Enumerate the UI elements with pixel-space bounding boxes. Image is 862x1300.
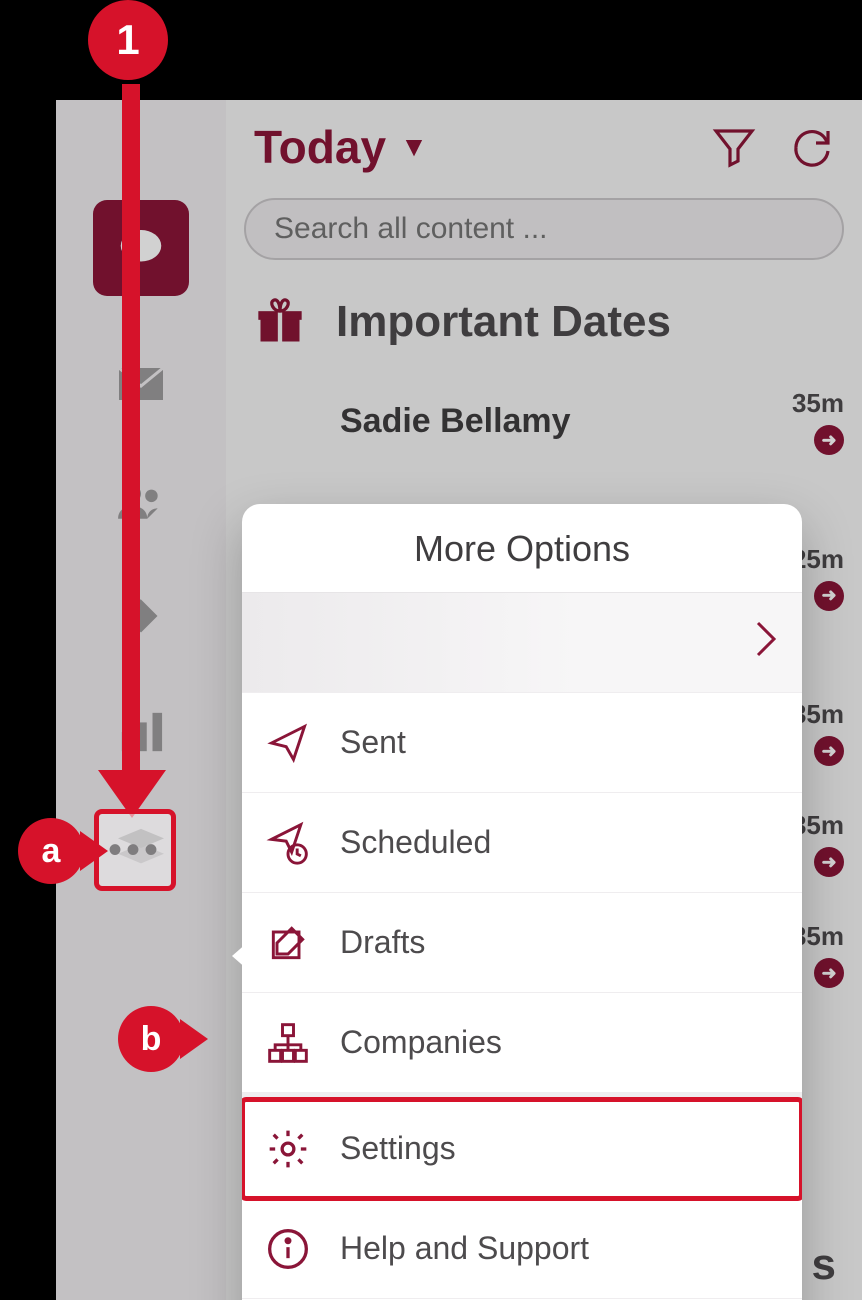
refresh-icon: [788, 123, 836, 171]
time-label: 35m: [792, 388, 844, 419]
popover-help[interactable]: Help and Support: [242, 1199, 802, 1299]
popover-scheduled[interactable]: Scheduled: [242, 793, 802, 893]
annotation-badge: a: [18, 818, 84, 884]
funnel-icon: [710, 123, 758, 171]
go-icon[interactable]: ➜: [814, 958, 844, 988]
refresh-button[interactable]: [788, 123, 836, 171]
filter-button[interactable]: [710, 123, 758, 171]
scheduled-icon: [264, 819, 312, 867]
info-icon: [264, 1225, 312, 1273]
go-icon[interactable]: ➜: [814, 425, 844, 455]
section-header: Important Dates: [254, 296, 844, 348]
org-chart-icon: [264, 1019, 312, 1067]
popover-label: Scheduled: [340, 824, 491, 861]
chevron-right-icon: [752, 619, 780, 667]
popover-label: Settings: [340, 1130, 456, 1167]
list-item-meta: 35m ➜: [792, 388, 844, 455]
more-options-popover: More Options Sent Scheduled: [242, 504, 802, 1300]
go-icon[interactable]: ➜: [814, 581, 844, 611]
go-icon[interactable]: ➜: [814, 847, 844, 877]
nav-rail: [56, 100, 226, 1300]
annotation-step-a: a: [18, 818, 84, 884]
contact-name: Sadie Bellamy: [340, 402, 571, 441]
view-title: Today: [254, 120, 386, 174]
list-item[interactable]: Sadie Bellamy 35m ➜: [244, 366, 844, 477]
more-dots-icon: •••: [108, 828, 162, 873]
nav-home[interactable]: [93, 200, 189, 296]
app-window: Today ▼: [56, 100, 862, 1300]
popover-label: Sent: [340, 724, 406, 761]
popover-settings[interactable]: Settings: [242, 1099, 802, 1199]
popover-pointer: [232, 942, 248, 970]
popover-label: Companies: [340, 1024, 502, 1061]
gear-icon: [264, 1125, 312, 1173]
search-field[interactable]: [244, 198, 844, 260]
annotation-badge: b: [118, 1006, 184, 1072]
annotation-arrow-shaft: [122, 84, 140, 784]
annotation-step-1: 1: [88, 0, 168, 80]
header-actions: [710, 123, 836, 171]
annotation-badge: 1: [88, 0, 168, 80]
popover-sent[interactable]: Sent: [242, 693, 802, 793]
popover-companies[interactable]: Companies: [242, 993, 802, 1093]
drafts-icon: [264, 919, 312, 967]
stage: 1: [0, 0, 862, 1300]
popover-title: More Options: [242, 504, 802, 593]
popover-label: Drafts: [340, 924, 425, 961]
gift-icon: [254, 296, 306, 348]
annotation-step-b: b: [118, 1006, 184, 1072]
chevron-down-icon: ▼: [400, 131, 428, 163]
paper-plane-icon: [264, 719, 312, 767]
popover-label: Help and Support: [340, 1230, 589, 1267]
search-input[interactable]: [274, 212, 814, 246]
popover-drafts[interactable]: Drafts: [242, 893, 802, 993]
partial-text: s: [812, 1240, 836, 1290]
popover-profile-row[interactable]: [242, 593, 802, 693]
header: Today ▼: [244, 120, 844, 174]
view-selector[interactable]: Today ▼: [254, 120, 428, 174]
section-title: Important Dates: [336, 297, 671, 347]
go-icon[interactable]: ➜: [814, 736, 844, 766]
